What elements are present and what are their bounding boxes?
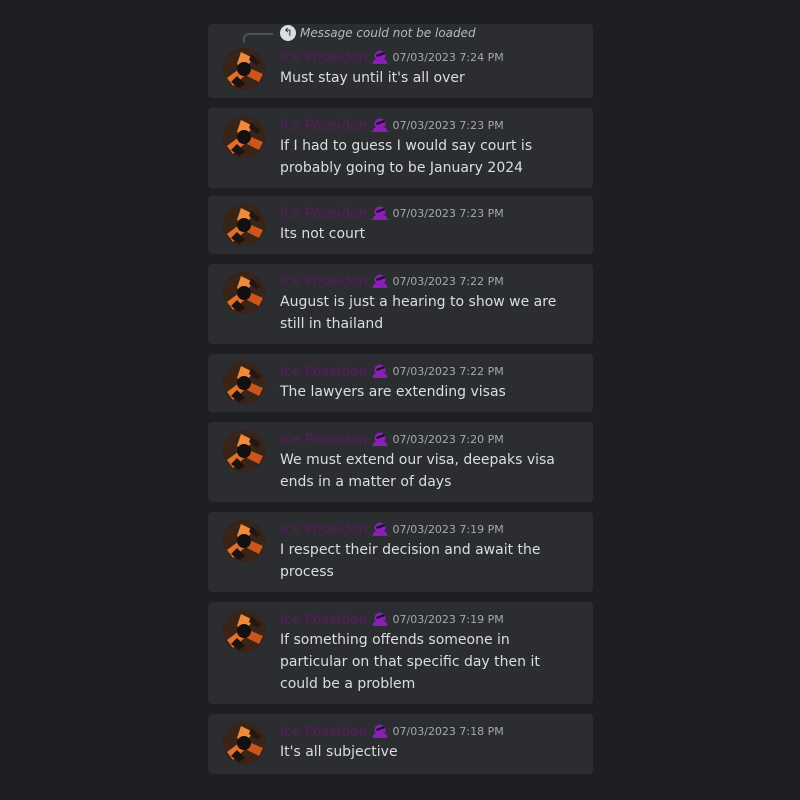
username[interactable]: Ice Poseidon <box>280 431 368 449</box>
role-badge-icon <box>369 49 391 67</box>
message-text: I respect their decision and await the p… <box>280 542 541 580</box>
message-item[interactable]: Ice Poseidon 07/03/2023 7:23 PM If I had… <box>208 108 593 188</box>
reply-notice: Message could not be loaded <box>300 26 476 40</box>
avatar[interactable] <box>223 116 265 158</box>
message-header: Ice Poseidon 07/03/2023 7:22 PM <box>280 273 504 291</box>
avatar[interactable] <box>223 520 265 562</box>
username[interactable]: Ice Poseidon <box>280 363 368 381</box>
message-header: Ice Poseidon 07/03/2023 7:20 PM <box>280 431 504 449</box>
message-header: Ice Poseidon 07/03/2023 7:19 PM <box>280 611 504 629</box>
message-header: Ice Poseidon 07/03/2023 7:22 PM <box>280 363 504 381</box>
message-item[interactable]: Ice Poseidon 07/03/2023 7:19 PM I respec… <box>208 512 593 592</box>
reply-arrow-icon: ↰ <box>280 25 296 41</box>
message-header: Ice Poseidon 07/03/2023 7:23 PM <box>280 117 504 135</box>
message-text: Its not court <box>280 226 366 242</box>
reply-spine <box>243 33 273 43</box>
avatar[interactable] <box>223 272 265 314</box>
message-header: Ice Poseidon 07/03/2023 7:19 PM <box>280 521 504 539</box>
timestamp: 07/03/2023 7:22 PM <box>392 275 504 288</box>
avatar[interactable] <box>223 430 265 472</box>
username[interactable]: Ice Poseidon <box>280 521 368 539</box>
reply-reference[interactable]: ↰ Message could not be loaded <box>208 24 593 44</box>
username[interactable]: Ice Poseidon <box>280 611 368 629</box>
avatar[interactable] <box>223 204 265 246</box>
message-text: It's all subjective <box>280 744 398 760</box>
avatar[interactable] <box>223 722 265 764</box>
message-text: If I had to guess I would say court is p… <box>280 138 533 176</box>
message-item[interactable]: Ice Poseidon 07/03/2023 7:19 PM If somet… <box>208 602 593 704</box>
message-item[interactable]: Ice Poseidon 07/03/2023 7:22 PM August i… <box>208 264 593 344</box>
timestamp: 07/03/2023 7:22 PM <box>392 365 504 378</box>
timestamp: 07/03/2023 7:23 PM <box>392 207 504 220</box>
avatar[interactable] <box>223 610 265 652</box>
message-text: August is just a hearing to show we are … <box>280 294 557 332</box>
message-item[interactable]: Ice Poseidon 07/03/2023 7:22 PM The lawy… <box>208 354 593 412</box>
message-text: The lawyers are extending visas <box>280 384 506 400</box>
message-header: Ice Poseidon 07/03/2023 7:18 PM <box>280 723 504 741</box>
role-badge-icon <box>369 363 391 381</box>
message-text: Must stay until it's all over <box>280 70 465 86</box>
message-text: We must extend our visa, deepaks visa en… <box>280 452 555 490</box>
message-header: Ice Poseidon 07/03/2023 7:23 PM <box>280 205 504 223</box>
username[interactable]: Ice Poseidon <box>280 723 368 741</box>
role-badge-icon <box>369 723 391 741</box>
timestamp: 07/03/2023 7:23 PM <box>392 119 504 132</box>
timestamp: 07/03/2023 7:20 PM <box>392 433 504 446</box>
role-badge-icon <box>369 521 391 539</box>
avatar[interactable] <box>223 362 265 404</box>
username[interactable]: Ice Poseidon <box>280 205 368 223</box>
role-badge-icon <box>369 205 391 223</box>
role-badge-icon <box>369 431 391 449</box>
message-item[interactable]: Ice Poseidon 07/03/2023 7:18 PM It's all… <box>208 714 593 774</box>
message-item[interactable]: Ice Poseidon 07/03/2023 7:23 PM Its not … <box>208 196 593 254</box>
role-badge-icon <box>369 273 391 291</box>
username[interactable]: Ice Poseidon <box>280 49 368 67</box>
avatar[interactable] <box>223 48 265 90</box>
message-item[interactable]: ↰ Message could not be loaded Ice Poseid… <box>208 24 593 98</box>
timestamp: 07/03/2023 7:19 PM <box>392 613 504 626</box>
message-header: Ice Poseidon 07/03/2023 7:24 PM <box>280 49 504 67</box>
message-item[interactable]: Ice Poseidon 07/03/2023 7:20 PM We must … <box>208 422 593 502</box>
timestamp: 07/03/2023 7:24 PM <box>392 51 504 64</box>
role-badge-icon <box>369 117 391 135</box>
role-badge-icon <box>369 611 391 629</box>
timestamp: 07/03/2023 7:19 PM <box>392 523 504 536</box>
username[interactable]: Ice Poseidon <box>280 117 368 135</box>
message-feed: ↰ Message could not be loaded Ice Poseid… <box>208 24 593 800</box>
username[interactable]: Ice Poseidon <box>280 273 368 291</box>
timestamp: 07/03/2023 7:18 PM <box>392 725 504 738</box>
message-text: If something offends someone in particul… <box>280 632 540 692</box>
